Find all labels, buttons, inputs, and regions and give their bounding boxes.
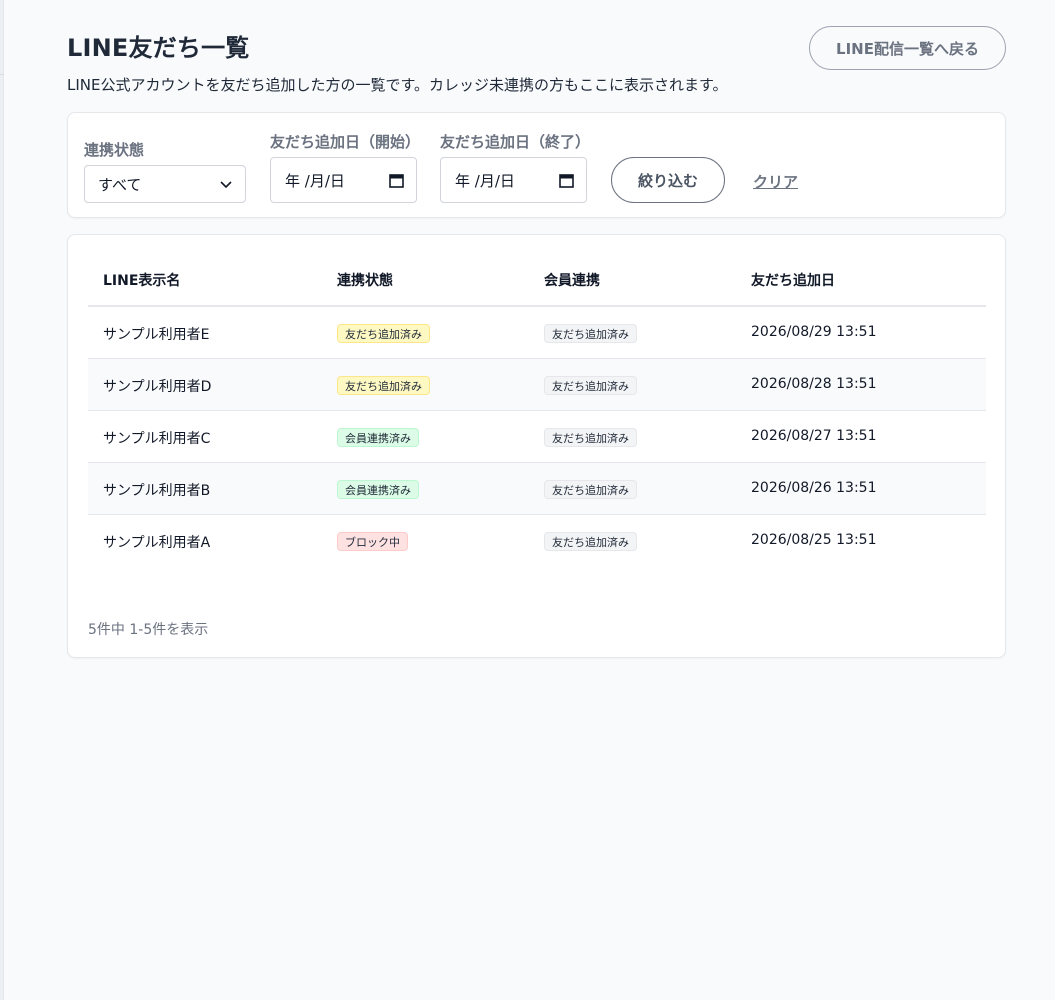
status-badge: 友だち追加済み <box>337 376 430 395</box>
date-end-value: 年 /月/日 <box>455 171 515 190</box>
date-start-value: 年 /月/日 <box>285 171 345 190</box>
added-date-cell: 2026/08/26 13:51 <box>751 480 877 496</box>
date-start-input[interactable]: 年 /月/日 <box>270 157 417 203</box>
sidebar-edge <box>0 0 4 1000</box>
member-link-badge: 友だち追加済み <box>544 376 637 395</box>
table-row[interactable]: サンプル利用者D 友だち追加済み 友だち追加済み 2026/08/28 13:5… <box>88 359 986 411</box>
status-select-value: すべて <box>98 175 142 194</box>
added-date-cell: 2026/08/28 13:51 <box>751 376 877 392</box>
filter-panel: 連携状態 すべて 友だち追加日（開始） 年 /月/日 友だち追加日（終了） 年 … <box>67 112 1006 218</box>
page-title: LINE友だち一覧 <box>67 34 250 62</box>
display-name-cell: サンプル利用者D <box>103 379 212 395</box>
status-badge: 会員連携済み <box>337 480 419 499</box>
table-row[interactable]: サンプル利用者B 会員連携済み 友だち追加済み 2026/08/26 13:51 <box>88 463 986 515</box>
added-date-cell: 2026/08/25 13:51 <box>751 532 877 548</box>
table-row[interactable]: サンプル利用者A ブロック中 友だち追加済み 2026/08/25 13:51 <box>88 515 986 567</box>
back-to-broadcast-list-button[interactable]: LINE配信一覧へ戻る <box>809 26 1006 70</box>
clear-filter-link[interactable]: クリア <box>753 171 798 192</box>
pagination-info: 5件中 1-5件を表示 <box>88 622 209 638</box>
member-link-badge: 友だち追加済み <box>544 532 637 551</box>
display-name-cell: サンプル利用者A <box>103 535 211 551</box>
calendar-icon[interactable] <box>559 173 574 188</box>
display-name-cell: サンプル利用者B <box>103 483 211 499</box>
column-header-display-name: LINE表示名 <box>103 273 181 289</box>
status-badge: ブロック中 <box>337 532 408 551</box>
status-badge: 友だち追加済み <box>337 324 430 343</box>
member-link-badge: 友だち追加済み <box>544 428 637 447</box>
member-link-badge: 友だち追加済み <box>544 324 637 343</box>
status-select[interactable]: すべて <box>84 165 246 203</box>
page-description: LINE公式アカウントを友だち追加した方の一覧です。カレッジ未連携の方もここに表… <box>67 76 728 94</box>
table-row[interactable]: サンプル利用者E 友だち追加済み 友だち追加済み 2026/08/29 13:5… <box>88 307 986 359</box>
display-name-cell: サンプル利用者E <box>103 327 210 343</box>
date-end-input[interactable]: 年 /月/日 <box>440 157 587 203</box>
date-start-label: 友だち追加日（開始） <box>270 133 421 151</box>
filter-apply-button[interactable]: 絞り込む <box>611 157 725 203</box>
friends-table-card: LINE表示名 連携状態 会員連携 友だち追加日 サンプル利用者E 友だち追加済… <box>67 234 1006 658</box>
added-date-cell: 2026/08/29 13:51 <box>751 324 877 340</box>
chevron-down-icon <box>220 181 232 189</box>
table-header: LINE表示名 連携状態 会員連携 友だち追加日 <box>88 255 986 307</box>
added-date-cell: 2026/08/27 13:51 <box>751 428 877 444</box>
calendar-icon[interactable] <box>389 173 404 188</box>
member-link-badge: 友だち追加済み <box>544 480 637 499</box>
status-badge: 会員連携済み <box>337 428 419 447</box>
friends-table: LINE表示名 連携状態 会員連携 友だち追加日 サンプル利用者E 友だち追加済… <box>88 255 986 567</box>
column-header-added-date: 友だち追加日 <box>751 273 835 289</box>
status-filter-label: 連携状態 <box>84 141 145 159</box>
display-name-cell: サンプル利用者C <box>103 431 211 447</box>
table-row[interactable]: サンプル利用者C 会員連携済み 友だち追加済み 2026/08/27 13:51 <box>88 411 986 463</box>
column-header-member-link: 会員連携 <box>544 273 600 289</box>
column-header-link-status: 連携状態 <box>337 273 393 289</box>
date-end-label: 友だち追加日（終了） <box>440 133 591 151</box>
